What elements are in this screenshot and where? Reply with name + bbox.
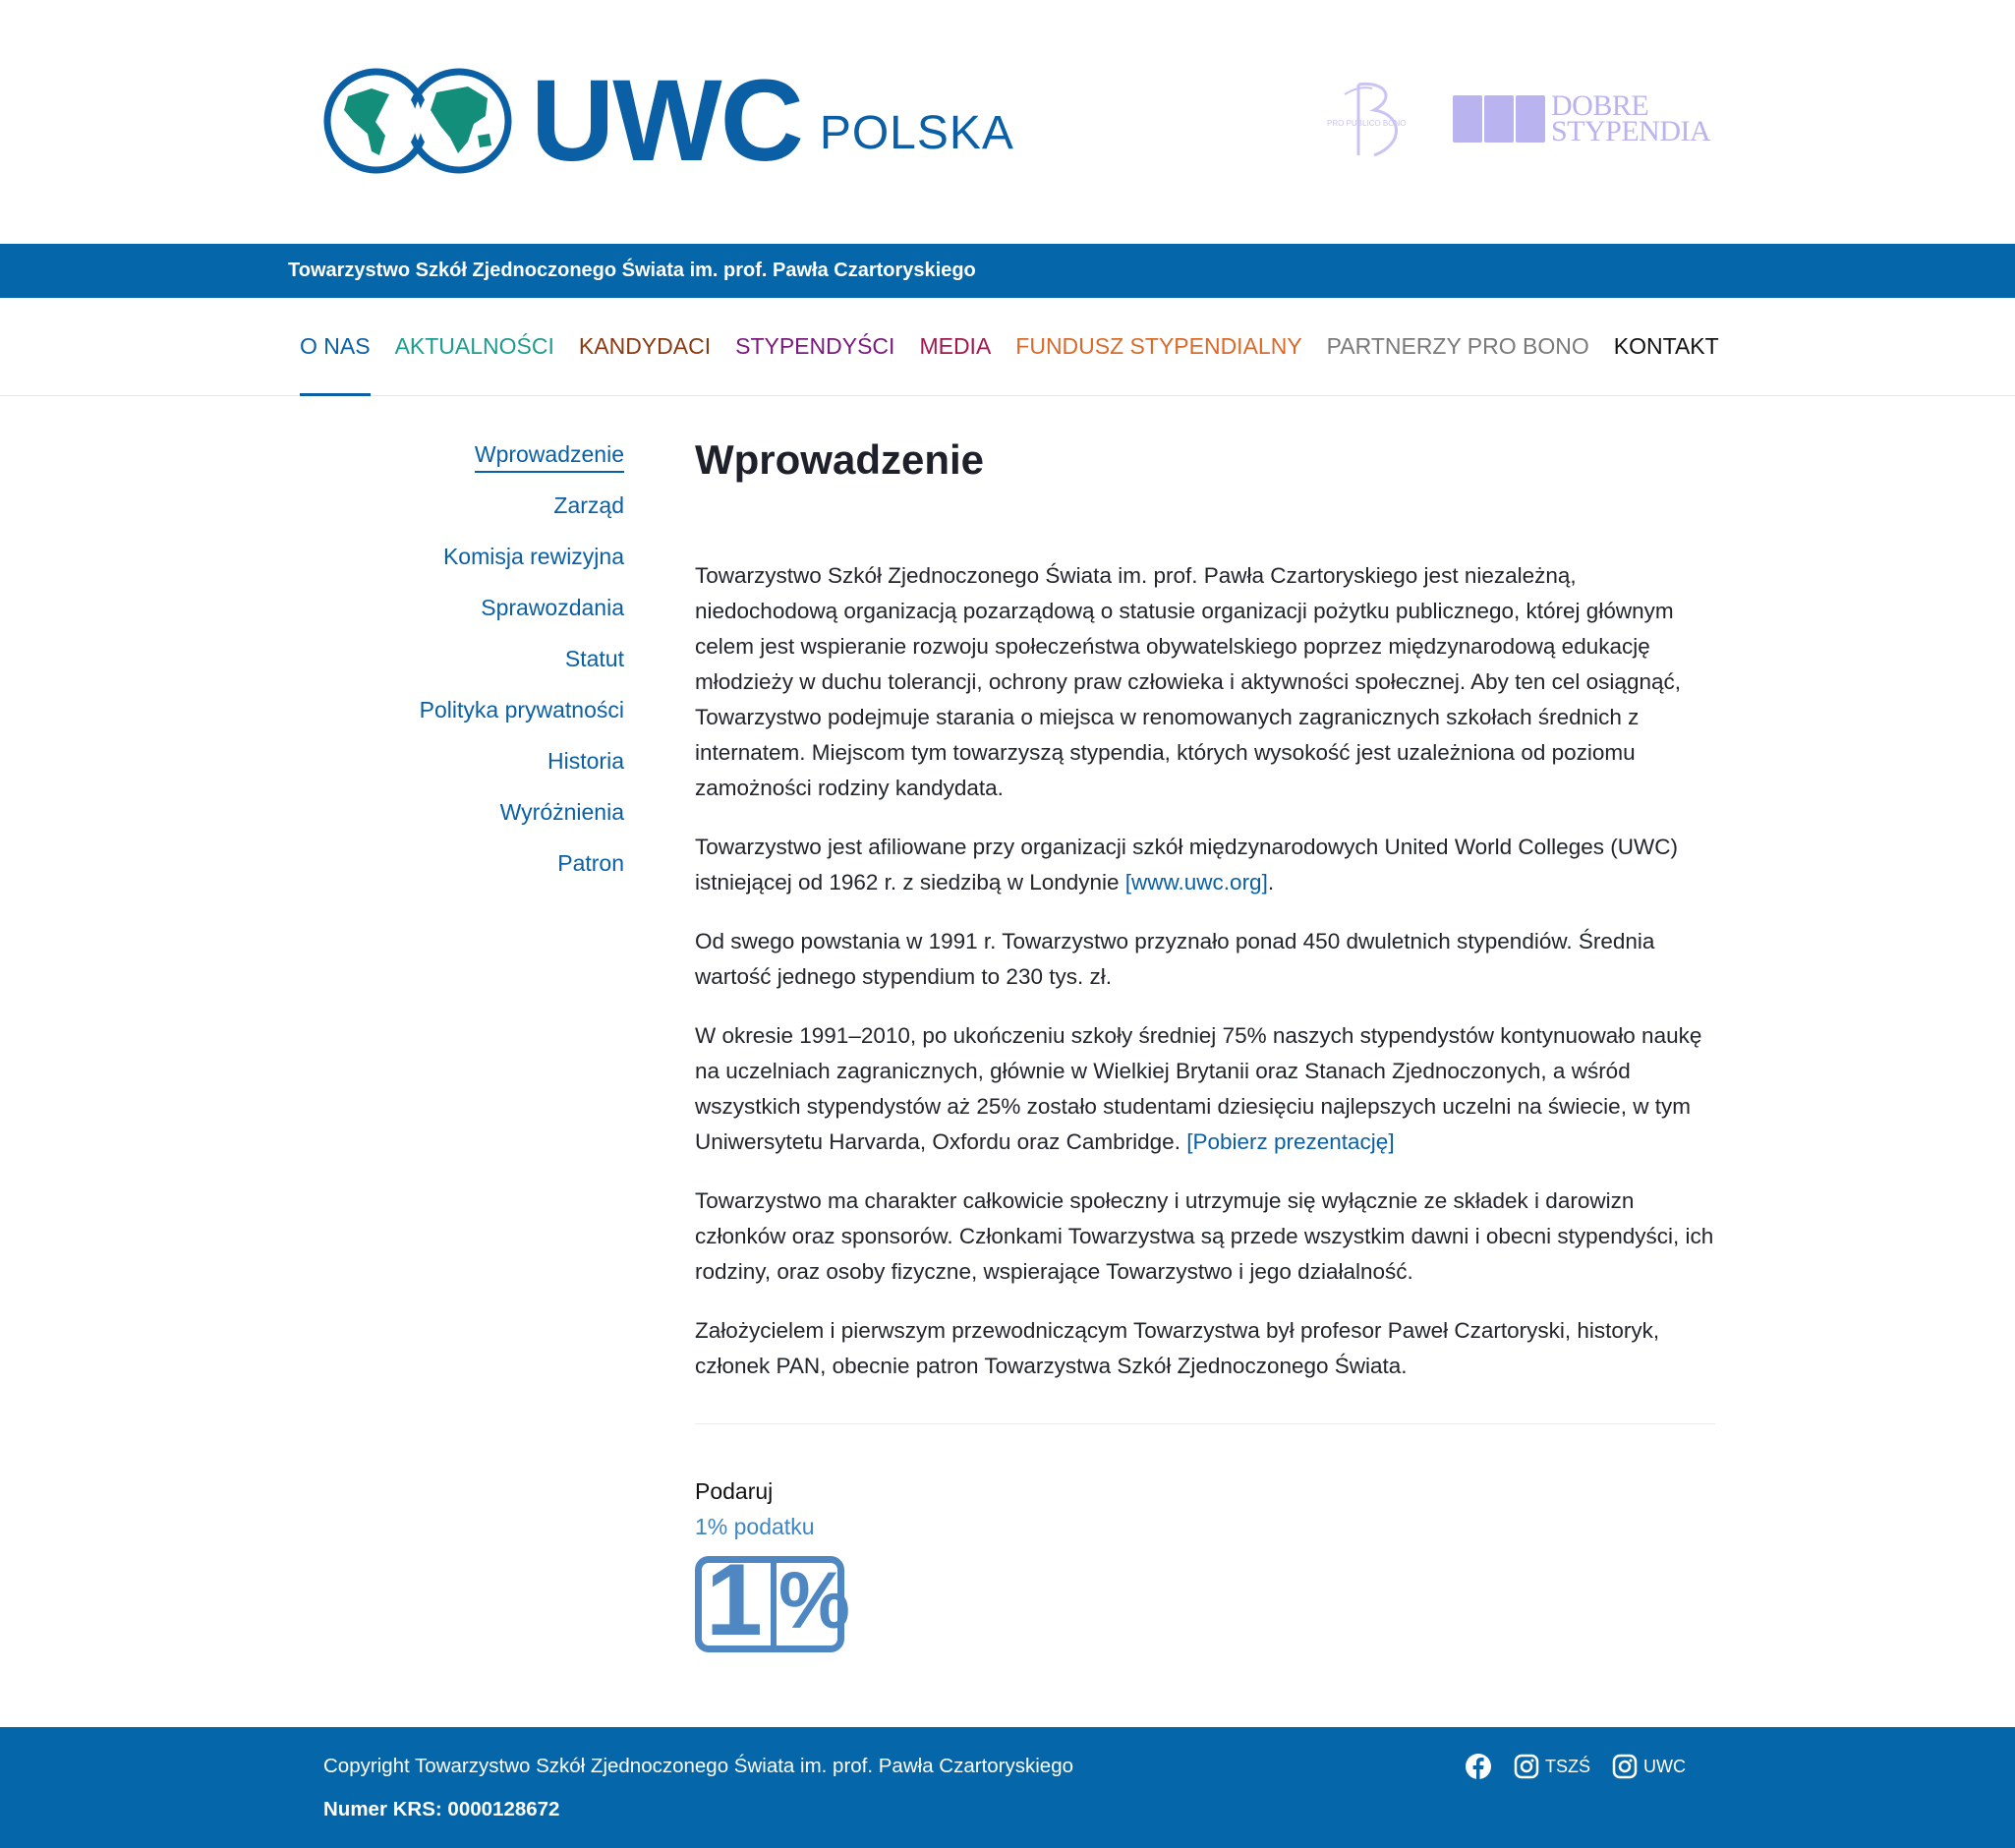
sidebar-item-8[interactable]: Patron	[295, 849, 624, 877]
krs-number: Numer KRS: 0000128672	[323, 1798, 560, 1820]
paragraph-5: Towarzystwo ma charakter całkowicie społ…	[695, 1188, 1714, 1284]
paragraph-4: W okresie 1991–2010, po ukończeniu szkoł…	[695, 1023, 1702, 1154]
divider	[695, 1423, 1715, 1424]
sidebar-item-label: Sprawozdania	[481, 595, 624, 620]
paragraph-3: Od swego powstania w 1991 r. Towarzystwo…	[695, 929, 1655, 989]
donate-label: Podaruj	[695, 1478, 774, 1504]
download-presentation-link[interactable]: [Pobierz prezentację]	[1186, 1129, 1394, 1154]
books-icon	[1453, 95, 1547, 143]
sidebar-item-3[interactable]: Sprawozdania	[295, 594, 624, 621]
sidebar-item-label: Komisja rewizyjna	[442, 544, 624, 569]
sidebar-item-label: Zarząd	[553, 492, 624, 518]
donate-sub-link[interactable]: 1% podatku	[695, 1509, 1715, 1544]
nav-item-4[interactable]: MEDIA	[919, 333, 991, 396]
nav-item-5[interactable]: FUNDUSZ STYPENDIALNY	[1015, 333, 1301, 396]
sidebar-item-1[interactable]: Zarząd	[295, 491, 624, 519]
sidebar-item-label: Historia	[547, 748, 624, 774]
nav-item-0[interactable]: O NAS	[300, 333, 371, 396]
ds-line-2: STYPENDIA	[1551, 115, 1711, 147]
sidebar-item-4[interactable]: Statut	[295, 645, 624, 672]
instagram-icon	[1612, 1754, 1638, 1779]
social-label-tszs: TSZŚ	[1545, 1756, 1591, 1776]
paragraph-6: Założycielem i pierwszym przewodniczącym…	[695, 1318, 1660, 1378]
logo-polska-text: POLSKA	[819, 106, 1014, 159]
partner-logos: PRO PUBLICO BONO DOBRE STYPENDIA	[1325, 75, 1711, 163]
sidebar-item-label: Wyróżnienia	[499, 799, 624, 825]
paragraph-2: Towarzystwo jest afiliowane przy organiz…	[695, 835, 1678, 895]
instagram-icon	[1514, 1754, 1539, 1779]
sidebar-item-7[interactable]: Wyróżnienia	[295, 798, 624, 826]
organization-bar: Towarzystwo Szkół Zjednoczonego Świata i…	[0, 244, 2015, 298]
copyright-text: Copyright Towarzystwo Szkół Zjednoczoneg…	[323, 1755, 1074, 1777]
facebook-icon	[1466, 1754, 1491, 1779]
site-footer: Copyright Towarzystwo Szkół Zjednoczoneg…	[0, 1727, 2015, 1848]
sidebar-item-0[interactable]: Wprowadzenie	[295, 440, 624, 473]
sidebar-item-label: Patron	[557, 850, 624, 876]
svg-text:PRO PUBLICO BONO: PRO PUBLICO BONO	[1327, 119, 1406, 128]
nav-item-1[interactable]: AKTUALNOŚCI	[395, 333, 554, 396]
main-content: Wprowadzenie Towarzystwo Szkół Zjednoczo…	[695, 431, 1715, 1652]
page-title: Wprowadzenie	[695, 436, 985, 483]
sidebar: Wprowadzenie Zarząd Komisja rewizyjna Spraw…	[295, 440, 624, 900]
uwc-org-link[interactable]: [www.uwc.org]	[1125, 870, 1268, 895]
globe-rings-icon	[323, 68, 512, 174]
facebook-link[interactable]	[1465, 1753, 1492, 1780]
pro-publico-bono-logo[interactable]: PRO PUBLICO BONO	[1325, 75, 1427, 163]
site-header: UWC POLSKA PRO PUBLICO BONO DOBRE STYPEN…	[0, 0, 2015, 244]
sidebar-item-2[interactable]: Komisja rewizyjna	[295, 543, 624, 570]
paragraph-1: Towarzystwo Szkół Zjednoczonego Świata i…	[695, 563, 1681, 800]
nav-item-6[interactable]: PARTNERZY PRO BONO	[1327, 333, 1589, 396]
nav-item-3[interactable]: STYPENDYŚCI	[735, 333, 894, 396]
one-percent-badge-icon[interactable]: 1 %	[695, 1549, 850, 1652]
social-label-uwc: UWC	[1643, 1756, 1687, 1776]
instagram-tszs-link[interactable]: TSZŚ	[1514, 1754, 1590, 1779]
main-nav: O NAS AKTUALNOŚCI KANDYDACI STYPENDYŚCI MEDI…	[0, 298, 2015, 396]
logo-uwc-text: UWC	[531, 56, 804, 186]
nav-item-2[interactable]: KANDYDACI	[579, 333, 711, 396]
instagram-uwc-link[interactable]: UWC	[1612, 1754, 1686, 1779]
sidebar-item-label: Wprowadzenie	[474, 441, 624, 473]
donate-section: Podaruj 1% podatku 1 %	[695, 1473, 1715, 1652]
dobre-stypendia-logo[interactable]: DOBRE STYPENDIA	[1453, 91, 1711, 147]
social-links: TSZŚ UWC	[1465, 1753, 1686, 1780]
sidebar-item-label: Polityka prywatności	[419, 697, 624, 722]
organization-name: Towarzystwo Szkół Zjednoczonego Świata i…	[288, 260, 976, 281]
uwc-polska-logo[interactable]: UWC POLSKA	[320, 63, 1014, 179]
sidebar-item-5[interactable]: Polityka prywatności	[295, 696, 624, 723]
sidebar-item-6[interactable]: Historia	[295, 747, 624, 775]
nav-item-7[interactable]: KONTAKT	[1614, 333, 1719, 396]
sidebar-item-label: Statut	[564, 646, 624, 671]
